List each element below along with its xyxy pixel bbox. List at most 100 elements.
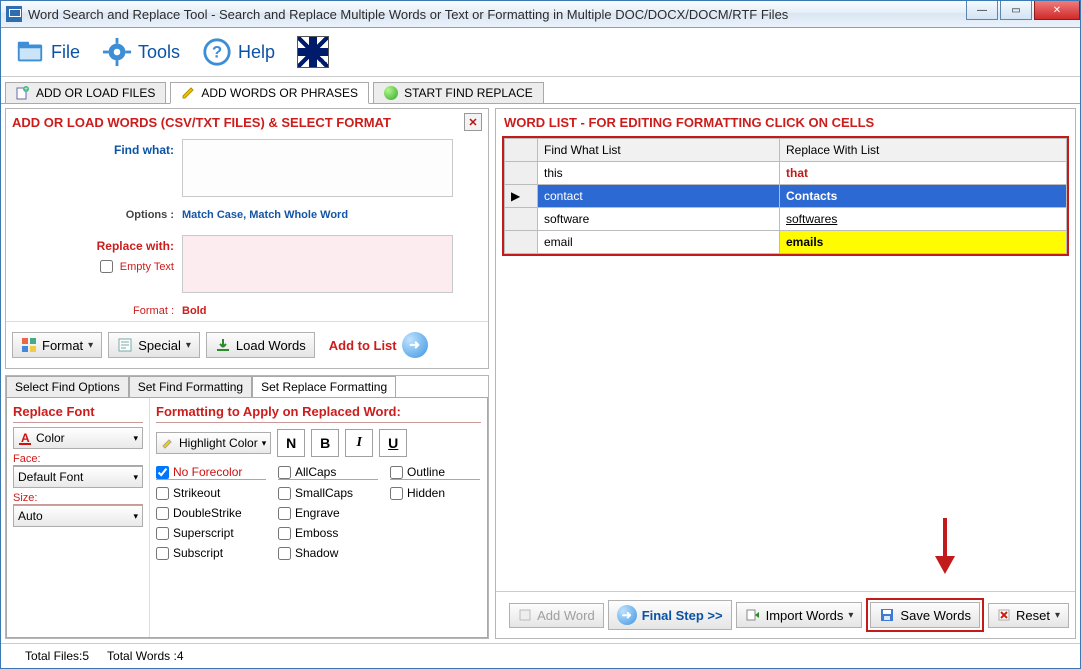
status-bar: Total Files:5 Total Words :4 xyxy=(1,643,1080,668)
empty-text-checkbox[interactable]: Empty Text xyxy=(96,257,174,276)
col-find-what[interactable]: Find What List xyxy=(538,139,780,162)
highlight-icon xyxy=(161,436,175,450)
italic-button[interactable]: I xyxy=(345,429,373,457)
tab-set-find-formatting[interactable]: Set Find Formatting xyxy=(129,376,252,397)
word-list-panel: WORD LIST - FOR EDITING FORMATTING CLICK… xyxy=(495,108,1076,639)
replace-cell[interactable]: that xyxy=(780,162,1067,185)
add-to-list-button[interactable]: Add to List ➜ xyxy=(321,328,436,362)
window-title: Word Search and Replace Tool - Search an… xyxy=(28,7,788,22)
options-label: Options : xyxy=(14,205,182,221)
add-word-icon xyxy=(518,608,532,622)
arrow-right-icon: ➜ xyxy=(617,605,637,625)
load-words-button[interactable]: Load Words xyxy=(206,332,315,358)
face-label: Face: xyxy=(13,453,143,466)
format-value: Bold xyxy=(182,301,206,317)
add-word-button[interactable]: Add Word xyxy=(509,603,604,628)
row-header[interactable] xyxy=(505,208,538,231)
underline-button[interactable]: U xyxy=(379,429,407,457)
menu-tools[interactable]: Tools xyxy=(102,37,180,67)
reset-button[interactable]: Reset▾ xyxy=(988,603,1069,628)
tab-add-words[interactable]: ADD WORDS OR PHRASES xyxy=(170,82,369,104)
menu-help[interactable]: ? Help xyxy=(202,37,275,67)
reset-icon xyxy=(997,608,1011,622)
formatting-panel: Select Find Options Set Find Formatting … xyxy=(5,375,489,639)
size-dropdown[interactable]: Auto▾ xyxy=(13,505,143,527)
subscript-checkbox[interactable]: Subscript xyxy=(156,546,266,560)
special-button[interactable]: Special▾ xyxy=(108,332,200,358)
maximize-button[interactable]: ▭ xyxy=(1000,1,1032,20)
arrow-right-icon: ➜ xyxy=(402,332,428,358)
shadow-checkbox[interactable]: Shadow xyxy=(278,546,378,560)
highlight-color-dropdown[interactable]: Highlight Color▾ xyxy=(156,432,271,454)
replace-cell[interactable]: Contacts xyxy=(780,185,1067,208)
tab-start-find-replace[interactable]: START FIND REPLACE xyxy=(373,82,544,104)
allcaps-checkbox[interactable]: AllCaps xyxy=(278,465,378,480)
main-tab-strip: + ADD OR LOAD FILES ADD WORDS OR PHRASES… xyxy=(1,77,1080,104)
main-menu-bar: File Tools ? Help xyxy=(1,28,1080,77)
find-what-label: Find what: xyxy=(14,139,182,157)
svg-text:+: + xyxy=(24,87,28,93)
word-list-title: WORD LIST - FOR EDITING FORMATTING CLICK… xyxy=(496,109,1075,136)
pencil-icon xyxy=(181,86,195,100)
no-forecolor-checkbox[interactable]: No Forecolor xyxy=(156,465,266,480)
outline-checkbox[interactable]: Outline xyxy=(390,465,480,480)
save-words-button[interactable]: Save Words xyxy=(870,602,980,628)
tab-set-replace-formatting[interactable]: Set Replace Formatting xyxy=(252,376,396,397)
word-list-grid[interactable]: Find What List Replace With List thistha… xyxy=(502,136,1069,256)
row-header[interactable]: ▶ xyxy=(505,185,538,208)
replace-with-input[interactable] xyxy=(182,235,453,293)
col-replace-with[interactable]: Replace With List xyxy=(780,139,1067,162)
file-icon xyxy=(15,37,45,67)
menu-file[interactable]: File xyxy=(15,37,80,67)
app-icon xyxy=(6,6,22,22)
tab-select-find-options[interactable]: Select Find Options xyxy=(6,376,129,397)
find-cell[interactable]: this xyxy=(538,162,780,185)
smallcaps-checkbox[interactable]: SmallCaps xyxy=(278,486,378,500)
replace-font-heading: Replace Font xyxy=(13,404,143,423)
replace-cell[interactable]: softwares xyxy=(780,208,1067,231)
tab-add-files[interactable]: + ADD OR LOAD FILES xyxy=(5,82,166,104)
play-icon xyxy=(384,86,398,100)
row-header[interactable] xyxy=(505,162,538,185)
format-icon xyxy=(21,337,37,353)
svg-text:A: A xyxy=(21,431,30,445)
minimize-button[interactable]: — xyxy=(966,1,998,20)
emboss-checkbox[interactable]: Emboss xyxy=(278,526,378,540)
special-icon xyxy=(117,337,133,353)
uk-flag-icon xyxy=(297,36,329,68)
size-label: Size: xyxy=(13,492,143,505)
find-what-input[interactable] xyxy=(182,139,453,197)
menu-language[interactable] xyxy=(297,36,329,68)
superscript-checkbox[interactable]: Superscript xyxy=(156,526,266,540)
doublestrike-checkbox[interactable]: DoubleStrike xyxy=(156,506,266,520)
options-value: Match Case, Match Whole Word xyxy=(182,205,348,221)
format-button[interactable]: Format▾ xyxy=(12,332,102,358)
row-header[interactable] xyxy=(505,231,538,254)
find-cell[interactable]: email xyxy=(538,231,780,254)
final-step-button[interactable]: ➜ Final Step >> xyxy=(608,600,732,630)
svg-text:?: ? xyxy=(212,43,222,62)
download-icon xyxy=(215,337,231,353)
table-row[interactable]: thisthat xyxy=(505,162,1067,185)
color-dropdown[interactable]: A Color▾ xyxy=(13,427,143,449)
replace-cell[interactable]: emails xyxy=(780,231,1067,254)
table-row[interactable]: emailemails xyxy=(505,231,1067,254)
close-button[interactable]: ✕ xyxy=(1034,1,1080,20)
strikeout-checkbox[interactable]: Strikeout xyxy=(156,486,266,500)
panel-close-button[interactable]: ✕ xyxy=(464,113,482,131)
import-words-button[interactable]: Import Words▾ xyxy=(736,602,863,628)
gear-icon xyxy=(102,37,132,67)
normal-button[interactable]: N xyxy=(277,429,305,457)
find-cell[interactable]: contact xyxy=(538,185,780,208)
hidden-checkbox[interactable]: Hidden xyxy=(390,486,480,500)
format-label: Format : xyxy=(14,301,182,317)
import-icon xyxy=(745,607,761,623)
face-dropdown[interactable]: Default Font▾ xyxy=(13,466,143,488)
status-total-files: Total Files:5 xyxy=(25,649,89,663)
find-cell[interactable]: software xyxy=(538,208,780,231)
table-row[interactable]: softwaresoftwares xyxy=(505,208,1067,231)
table-row[interactable]: ▶contactContacts xyxy=(505,185,1067,208)
add-load-title: ADD OR LOAD WORDS (CSV/TXT FILES) & SELE… xyxy=(12,115,391,130)
engrave-checkbox[interactable]: Engrave xyxy=(278,506,378,520)
bold-button[interactable]: B xyxy=(311,429,339,457)
